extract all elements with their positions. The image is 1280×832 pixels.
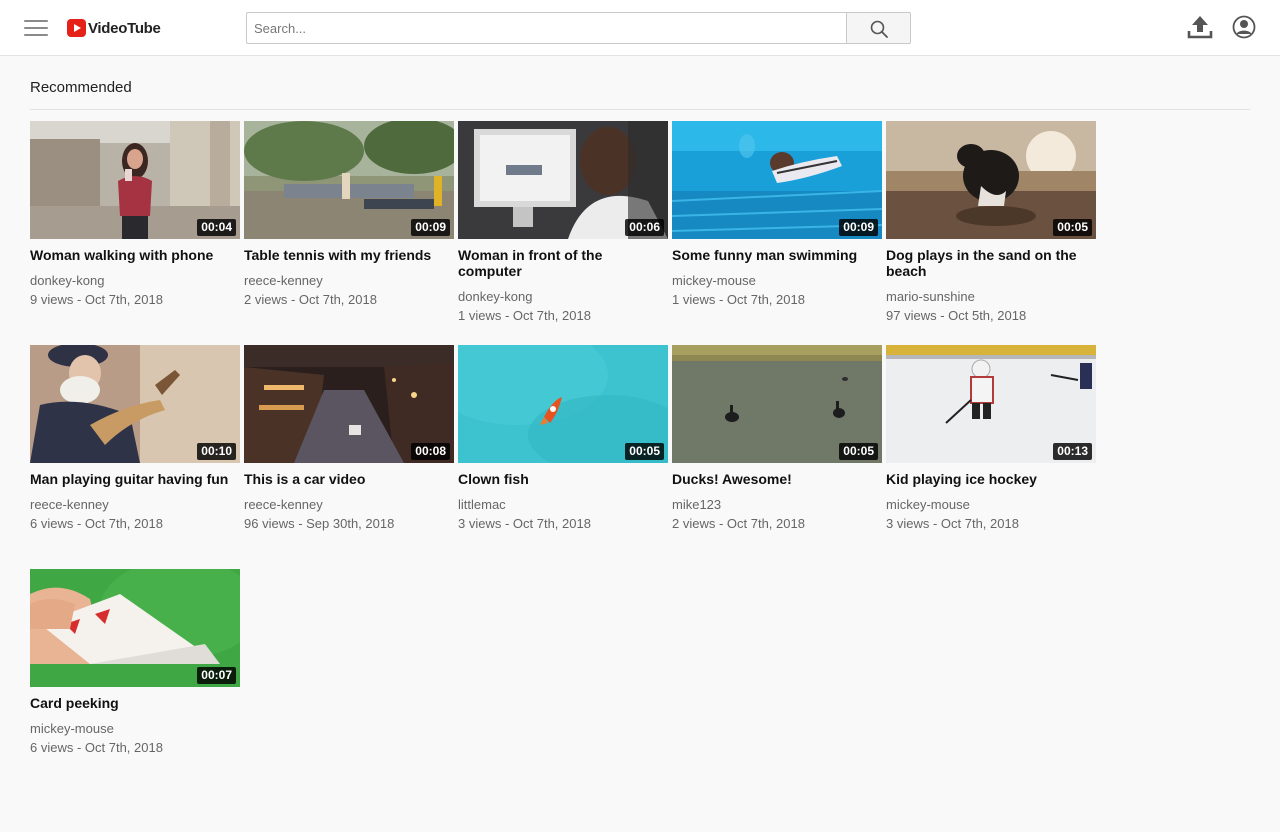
video-title[interactable]: Man playing guitar having fun bbox=[30, 471, 240, 487]
video-title[interactable]: Card peeking bbox=[30, 695, 240, 711]
video-title[interactable]: Woman in front of the computer bbox=[458, 247, 668, 279]
video-thumbnail[interactable]: 00:07 bbox=[30, 569, 240, 687]
video-thumbnail[interactable]: 00:06 bbox=[458, 121, 668, 239]
video-title[interactable]: Kid playing ice hockey bbox=[886, 471, 1096, 487]
video-card[interactable]: 00:07 Card peeking mickey-mouse 6 views … bbox=[30, 569, 240, 756]
video-meta: 2 views - Oct 7th, 2018 bbox=[672, 516, 805, 531]
video-thumbnail[interactable]: 00:04 bbox=[30, 121, 240, 239]
logo-text: VideoTube bbox=[88, 19, 161, 37]
video-title[interactable]: This is a car video bbox=[244, 471, 454, 487]
video-title[interactable]: Dog plays in the sand on the beach bbox=[886, 247, 1096, 279]
video-card[interactable]: 00:05 Ducks! Awesome! mike123 2 views - … bbox=[672, 345, 882, 532]
video-thumbnail[interactable]: 00:09 bbox=[672, 121, 882, 239]
video-card[interactable]: 00:08 This is a car video reece-kenney 9… bbox=[244, 345, 454, 532]
video-card[interactable]: 00:09 Some funny man swimming mickey-mou… bbox=[672, 121, 882, 308]
video-meta: 1 views - Oct 7th, 2018 bbox=[672, 292, 805, 307]
video-channel[interactable]: donkey-kong bbox=[30, 273, 240, 289]
video-thumbnail[interactable]: 00:05 bbox=[458, 345, 668, 463]
video-meta: 6 views - Oct 7th, 2018 bbox=[30, 516, 163, 531]
video-meta: 3 views - Oct 7th, 2018 bbox=[886, 516, 1019, 531]
video-thumbnail[interactable]: 00:09 bbox=[244, 121, 454, 239]
video-duration: 00:05 bbox=[625, 443, 664, 460]
logo[interactable]: VideoTube bbox=[67, 18, 161, 38]
video-meta: 9 views - Oct 7th, 2018 bbox=[30, 292, 163, 307]
video-thumbnail[interactable]: 00:05 bbox=[886, 121, 1096, 239]
video-meta: 1 views - Oct 7th, 2018 bbox=[458, 308, 591, 323]
video-title[interactable]: Table tennis with my friends bbox=[244, 247, 454, 263]
video-thumbnail[interactable]: 00:10 bbox=[30, 345, 240, 463]
video-channel[interactable]: mike123 bbox=[672, 497, 882, 513]
video-channel[interactable]: mickey-mouse bbox=[30, 721, 240, 737]
search-input[interactable] bbox=[246, 12, 847, 44]
video-meta: 96 views - Sep 30th, 2018 bbox=[244, 516, 395, 531]
video-title[interactable]: Woman walking with phone bbox=[30, 247, 240, 263]
video-title[interactable]: Some funny man swimming bbox=[672, 247, 882, 263]
video-channel[interactable]: mario-sunshine bbox=[886, 289, 1096, 305]
video-channel[interactable]: littlemac bbox=[458, 497, 668, 513]
video-duration: 00:05 bbox=[1053, 219, 1092, 236]
video-duration: 00:04 bbox=[197, 219, 236, 236]
video-meta: 6 views - Oct 7th, 2018 bbox=[30, 740, 163, 755]
search-button[interactable] bbox=[846, 12, 911, 44]
video-thumbnail[interactable]: 00:08 bbox=[244, 345, 454, 463]
video-card[interactable]: 00:05 Dog plays in the sand on the beach… bbox=[886, 121, 1096, 324]
hamburger-menu-icon[interactable] bbox=[24, 20, 48, 38]
video-card[interactable]: 00:04 Woman walking with phone donkey-ko… bbox=[30, 121, 240, 308]
video-channel[interactable]: reece-kenney bbox=[30, 497, 240, 513]
section-title: Recommended bbox=[30, 79, 132, 96]
video-card[interactable]: 00:13 Kid playing ice hockey mickey-mous… bbox=[886, 345, 1096, 532]
video-duration: 00:13 bbox=[1053, 443, 1092, 460]
video-channel[interactable]: reece-kenney bbox=[244, 273, 454, 289]
video-channel[interactable]: reece-kenney bbox=[244, 497, 454, 513]
user-avatar-icon[interactable] bbox=[1232, 15, 1256, 39]
video-card[interactable]: 00:09 Table tennis with my friends reece… bbox=[244, 121, 454, 308]
video-thumbnail[interactable]: 00:13 bbox=[886, 345, 1096, 463]
top-bar: VideoTube bbox=[0, 0, 1280, 56]
video-card[interactable]: 00:06 Woman in front of the computer don… bbox=[458, 121, 668, 324]
video-card[interactable]: 00:10 Man playing guitar having fun reec… bbox=[30, 345, 240, 532]
search-icon bbox=[870, 20, 888, 38]
video-thumbnail[interactable]: 00:05 bbox=[672, 345, 882, 463]
video-duration: 00:09 bbox=[411, 219, 450, 236]
video-meta: 3 views - Oct 7th, 2018 bbox=[458, 516, 591, 531]
video-meta: 97 views - Oct 5th, 2018 bbox=[886, 308, 1027, 323]
video-duration: 00:07 bbox=[197, 667, 236, 684]
section-divider bbox=[30, 109, 1250, 110]
video-title[interactable]: Ducks! Awesome! bbox=[672, 471, 882, 487]
play-logo-icon bbox=[67, 19, 86, 37]
video-duration: 00:10 bbox=[197, 443, 236, 460]
video-duration: 00:08 bbox=[411, 443, 450, 460]
video-title[interactable]: Clown fish bbox=[458, 471, 668, 487]
video-meta: 2 views - Oct 7th, 2018 bbox=[244, 292, 377, 307]
video-duration: 00:05 bbox=[839, 443, 878, 460]
video-channel[interactable]: mickey-mouse bbox=[672, 273, 882, 289]
video-channel[interactable]: donkey-kong bbox=[458, 289, 668, 305]
video-card[interactable]: 00:05 Clown fish littlemac 3 views - Oct… bbox=[458, 345, 668, 532]
upload-icon[interactable] bbox=[1187, 14, 1213, 40]
video-duration: 00:06 bbox=[625, 219, 664, 236]
video-duration: 00:09 bbox=[839, 219, 878, 236]
video-channel[interactable]: mickey-mouse bbox=[886, 497, 1096, 513]
